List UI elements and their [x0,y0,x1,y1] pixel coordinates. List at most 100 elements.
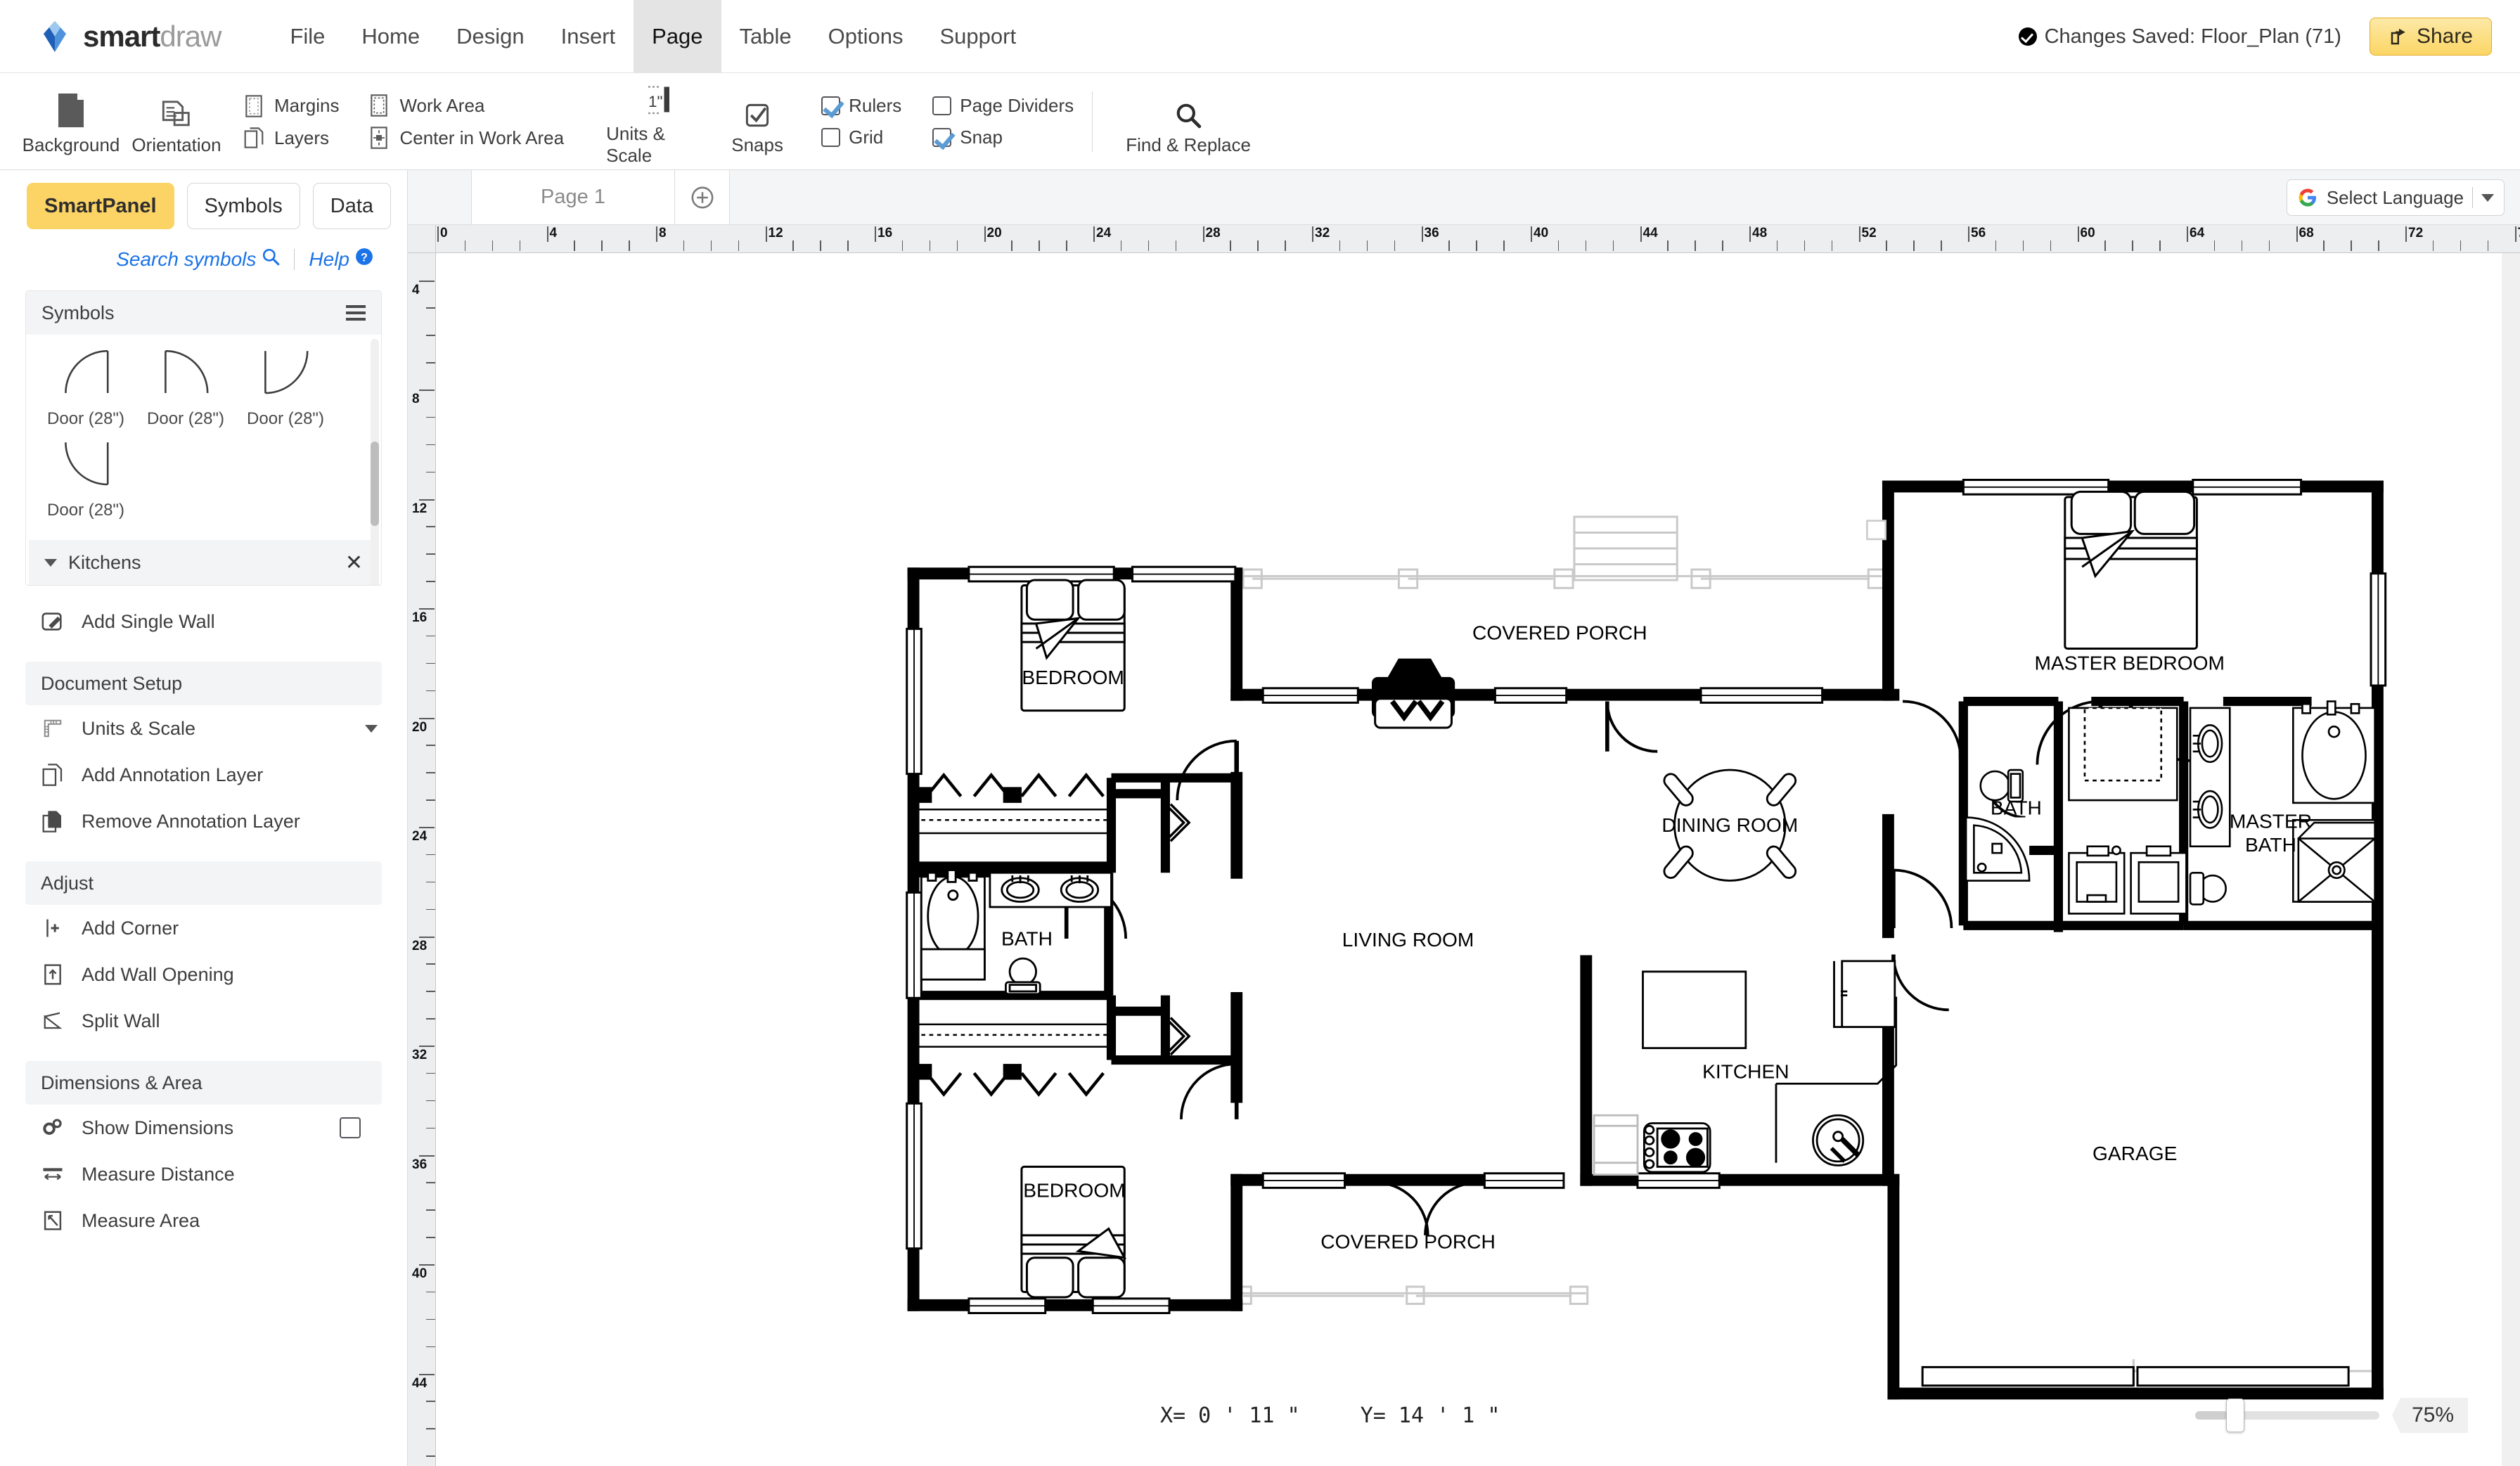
orientation-button[interactable]: Orientation [124,73,229,170]
ruler-label: 8 [659,226,667,240]
symbols-scroll-area[interactable]: Door (28") Door (28") Door (28") Door (2… [26,335,381,585]
add-corner-button[interactable]: Add Corner [25,905,382,951]
top-menu-bar: smartdraw File Home Design Insert Page T… [0,0,2520,73]
ruler-minor-tick [426,553,435,555]
zoom-slider-thumb[interactable] [2225,1399,2244,1432]
add-page-button[interactable] [675,170,730,224]
grid-toggle[interactable]: Grid [821,127,901,148]
snaps-button[interactable]: Snaps [712,73,803,170]
floor-plan-drawing[interactable]: BEDROOM COVERED PORCH MASTER BEDROOM DIN… [436,253,2520,1466]
room-label-living-room: LIVING ROOM [1342,929,1474,951]
add-wall-opening-button[interactable]: Add Wall Opening [25,951,382,998]
door-swing-icon [158,345,213,405]
coordinate-y: Y= 14 ' 1 " [1360,1403,1500,1428]
page-dividers-toggle[interactable]: Page Dividers [932,95,1074,117]
ruler-minor-tick [1476,240,1477,251]
ruler-minor-tick [2323,240,2325,251]
menu-support[interactable]: Support [922,0,1035,73]
ruler-major-tick [419,608,435,610]
zoom-slider-track[interactable] [2194,1399,2379,1432]
background-button[interactable]: Background [18,73,124,170]
show-dimensions-checkbox[interactable] [340,1117,361,1138]
ruler-minor-tick [426,1100,435,1102]
add-annotation-layer-label: Add Annotation Layer [82,764,264,785]
ruler-major-tick [419,499,435,501]
measure-distance-button[interactable]: Measure Distance [25,1151,382,1197]
show-dimensions-row[interactable]: Show Dimensions [25,1105,382,1151]
center-in-work-area-icon [367,127,391,149]
find-replace-button[interactable]: Find & Replace [1111,73,1266,170]
ruler-label: 28 [1205,226,1221,240]
menu-table[interactable]: Table [721,0,810,73]
measure-area-icon [37,1210,69,1231]
rulers-toggle[interactable]: Rulers [821,95,901,117]
kitchens-label: Kitchens [68,551,141,573]
tab-data[interactable]: Data [312,183,392,229]
measure-area-button[interactable]: Measure Area [25,1197,382,1244]
language-selector[interactable]: Select Language [2286,179,2505,216]
ruler-label: 4 [412,282,420,297]
ribbon-col-dividers: Page Dividers Snap [932,73,1074,170]
document-setup-header: Document Setup [25,662,382,705]
smartdraw-logo-icon [38,20,72,53]
symbols-scrollbar-thumb[interactable] [371,442,379,526]
snap-toggle[interactable]: Snap [932,127,1074,148]
grid-checkbox[interactable] [821,128,841,147]
menu-insert[interactable]: Insert [543,0,634,73]
door-swing-icon [58,345,113,405]
ruler-major-tick [1202,226,1204,242]
add-single-wall-button[interactable]: Add Single Wall [25,598,382,645]
ruler-major-tick [2187,226,2188,242]
menu-options[interactable]: Options [810,0,922,73]
menu-design[interactable]: Design [438,0,543,73]
menu-home[interactable]: Home [343,0,438,73]
page-tab-1[interactable]: Page 1 [471,170,675,224]
ruler-minor-tick [426,526,435,527]
menu-page[interactable]: Page [634,0,721,73]
background-icon [56,88,86,129]
split-wall-button[interactable]: Split Wall [25,998,382,1044]
smartdraw-logo[interactable]: smartdraw [38,20,221,53]
rulers-checkbox[interactable] [821,96,841,115]
drawing-canvas[interactable]: BEDROOM COVERED PORCH MASTER BEDROOM DIN… [436,253,2520,1466]
canvas-vertical-scrollbar[interactable] [2502,253,2520,1466]
vertical-ruler[interactable]: 4812162024283236404448 [408,253,436,1466]
share-button[interactable]: Share [2369,18,2492,56]
help-link[interactable]: Help ? [309,247,373,271]
ruler-minor-tick [1366,240,1368,251]
symbol-door-2[interactable]: Door (28") [136,345,236,429]
units-scale-menu-item[interactable]: Units & Scale [25,705,382,752]
snap-checkbox[interactable] [932,128,952,147]
search-symbols-link[interactable]: Search symbols [116,247,280,271]
remove-annotation-layer-button[interactable]: Remove Annotation Layer [25,798,382,844]
add-annotation-layer-button[interactable]: Add Annotation Layer [25,752,382,798]
close-kitchens-icon[interactable]: ✕ [345,551,363,575]
hamburger-menu-icon[interactable] [346,305,366,321]
units-scale-button[interactable]: 1" Units & Scale [606,73,712,170]
margins-button[interactable]: Margins [242,94,339,117]
ruler-label: 28 [412,938,428,953]
room-label-covered-porch-top: COVERED PORCH [1472,622,1647,643]
symbol-door-1[interactable]: Door (28") [36,345,136,429]
symbol-door-4[interactable]: Door (28") [36,436,136,520]
ruler-minor-tick [1448,240,1450,251]
kitchens-category-header[interactable]: Kitchens ✕ [29,540,378,585]
layers-button[interactable]: Layers [242,127,339,149]
work-area-button[interactable]: Work Area [367,94,564,117]
ruler-minor-tick [683,240,685,251]
menu-file[interactable]: File [271,0,343,73]
ruler-minor-tick [1066,240,1067,251]
center-in-work-area-button[interactable]: Center in Work Area [367,127,564,149]
ruler-major-tick [419,1046,435,1047]
page-dividers-checkbox[interactable] [932,96,952,115]
tab-symbols[interactable]: Symbols [186,183,300,229]
horizontal-ruler[interactable]: 0481216202428323640444852566064687276 [436,225,2520,253]
ruler-minor-tick [601,240,603,251]
symbol-door-3[interactable]: Door (28") [236,345,335,429]
chevron-down-icon[interactable] [365,724,378,733]
remove-annotation-layer-label: Remove Annotation Layer [82,810,300,832]
add-corner-label: Add Corner [82,917,179,939]
tab-smartpanel[interactable]: SmartPanel [27,183,174,229]
measure-area-label: Measure Area [82,1209,200,1231]
ruler-minor-tick [426,362,435,364]
